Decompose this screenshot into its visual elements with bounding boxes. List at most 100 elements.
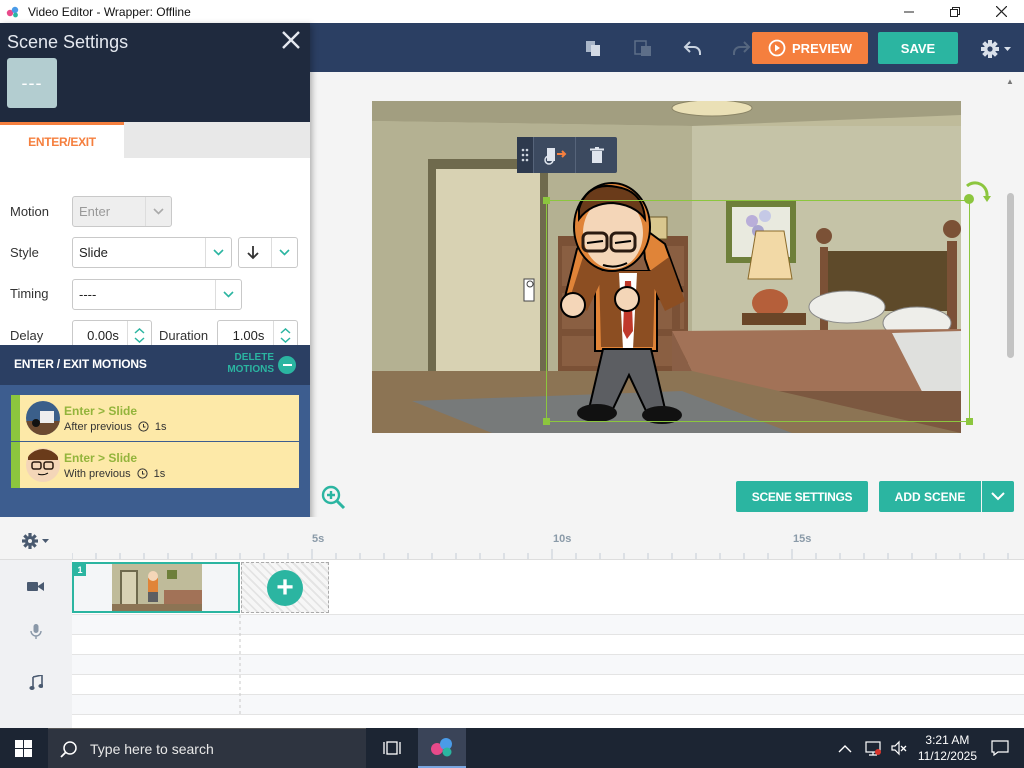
object-toolbar [517, 137, 617, 173]
zoom-in-icon[interactable] [320, 484, 346, 510]
style-select[interactable]: Slide [72, 237, 232, 268]
task-view-icon[interactable] [383, 739, 401, 757]
music-track-row[interactable] [72, 695, 1024, 715]
enter-exit-motions-header: ENTER / EXIT MOTIONS DELETE MOTIONS [0, 345, 310, 385]
add-scene-button[interactable]: ADD SCENE [879, 481, 981, 512]
chevron-up-icon[interactable] [280, 328, 291, 334]
add-scene-dropdown[interactable] [982, 481, 1014, 512]
voice-track-row[interactable] [72, 635, 1024, 655]
delay-label: Delay [10, 328, 44, 343]
tab-enter-exit[interactable]: ENTER/EXIT [0, 122, 124, 158]
windows-start-icon[interactable] [15, 740, 32, 757]
volume-muted-icon[interactable] [890, 740, 908, 756]
clock-date: 11/12/2025 [917, 749, 977, 763]
close-window-button[interactable] [978, 0, 1024, 23]
taskbar-clock[interactable]: 3:21 AM 11/12/2025 [918, 732, 977, 764]
app-logo-icon [6, 6, 19, 17]
network-icon[interactable] [864, 740, 882, 756]
play-circle-icon [768, 39, 786, 57]
settings-menu-button[interactable] [976, 34, 1016, 64]
clock-time: 3:21 AM [925, 733, 970, 747]
track-header-column [0, 560, 72, 728]
scene-color-swatch[interactable]: --- [7, 58, 57, 108]
scene-preview-image [112, 564, 202, 611]
chevron-up-icon[interactable] [838, 744, 852, 753]
selection-box[interactable] [546, 200, 970, 422]
settings-gear-icon [981, 40, 1011, 58]
close-icon [995, 6, 1007, 17]
notifications-icon[interactable] [991, 740, 1009, 756]
redo-icon [733, 41, 751, 55]
panel-tabs: ENTER/EXIT [0, 122, 310, 158]
resize-handle[interactable] [966, 418, 973, 425]
resize-handle[interactable] [543, 418, 550, 425]
chevron-up-icon[interactable] [134, 328, 145, 334]
motion-duration: 1s [154, 420, 167, 433]
maximize-button[interactable] [932, 0, 978, 23]
taskbar-app-button[interactable] [418, 728, 466, 768]
search-icon [60, 740, 77, 758]
undo-button[interactable] [678, 33, 708, 63]
delete-object-button[interactable] [575, 137, 617, 173]
duration-value: 1.00s [232, 328, 265, 343]
delay-value: 0.00s [87, 328, 119, 343]
music-track[interactable] [72, 655, 1024, 675]
duration-label: Duration [159, 328, 209, 343]
scene-settings-panel: Scene Settings --- ENTER/EXIT Motion Ent… [0, 23, 310, 521]
undo-icon [683, 41, 701, 55]
motion-item[interactable]: Enter > Slide After previous 1s [11, 395, 299, 441]
motion-timing: After previous [64, 420, 132, 433]
chevron-down-icon[interactable] [134, 337, 145, 343]
resize-handle[interactable] [543, 197, 550, 204]
delete-motions-button[interactable] [278, 356, 296, 374]
timing-label: Timing [10, 286, 49, 301]
minimize-button[interactable] [886, 0, 932, 23]
taskbar-search[interactable]: Type here to search [48, 728, 366, 768]
chevron-down-icon [215, 280, 241, 309]
search-placeholder: Type here to search [90, 740, 214, 757]
scene-thumbnail[interactable]: 1 [72, 562, 240, 613]
preview-button[interactable]: PREVIEW [752, 32, 868, 64]
music-track-row[interactable] [72, 675, 1024, 695]
timeline-ruler[interactable]: 5s 10s 15s [0, 517, 1024, 560]
motion-title: Enter > Slide [64, 403, 138, 418]
drag-handle-icon[interactable] [517, 137, 533, 173]
chevron-down-icon [145, 197, 171, 226]
motion-avatar [26, 448, 60, 482]
motion-title: Enter > Slide [64, 450, 138, 465]
copy-icon [586, 41, 600, 56]
workspace-scrollbar[interactable]: ▲ ▼ [1004, 75, 1016, 515]
timeline: 5s 10s 15s 1 + [0, 517, 1024, 728]
style-label: Style [10, 245, 39, 260]
paste-button[interactable] [628, 33, 658, 63]
motion-select: Enter [72, 196, 172, 227]
minimize-icon [904, 11, 914, 12]
preview-label: PREVIEW [792, 40, 852, 56]
tick-label: 15s [793, 533, 812, 545]
timing-select-value: ---- [79, 287, 97, 302]
direction-select[interactable] [238, 237, 298, 268]
voice-track[interactable] [72, 615, 1024, 635]
delete-motions-link[interactable]: DELETE MOTIONS [222, 352, 274, 376]
scene-settings-button[interactable]: SCENE SETTINGS [736, 481, 868, 512]
rotate-handle-icon[interactable] [959, 176, 993, 208]
clock-icon [138, 421, 149, 432]
save-button[interactable]: SAVE [878, 32, 958, 64]
chevron-down-icon [205, 238, 231, 267]
scrollbar-thumb[interactable] [1007, 193, 1014, 358]
tick-label: 5s [312, 533, 325, 545]
tick-label: 10s [553, 533, 572, 545]
scroll-up-arrow[interactable]: ▲ [1006, 77, 1014, 86]
timeline-settings-icon[interactable] [20, 531, 54, 551]
trash-icon [589, 147, 604, 163]
chevron-down-icon[interactable] [280, 337, 291, 343]
motion-path-button[interactable] [533, 137, 575, 173]
minus-icon [282, 364, 292, 366]
scene-number: 1 [74, 564, 86, 576]
motion-item[interactable]: Enter > Slide With previous 1s [11, 442, 299, 488]
add-scene-slot[interactable]: + [241, 562, 329, 613]
close-panel-icon[interactable] [280, 29, 302, 51]
copy-button[interactable] [578, 33, 608, 63]
timing-select[interactable]: ---- [72, 279, 242, 310]
microphone-icon [26, 622, 46, 642]
